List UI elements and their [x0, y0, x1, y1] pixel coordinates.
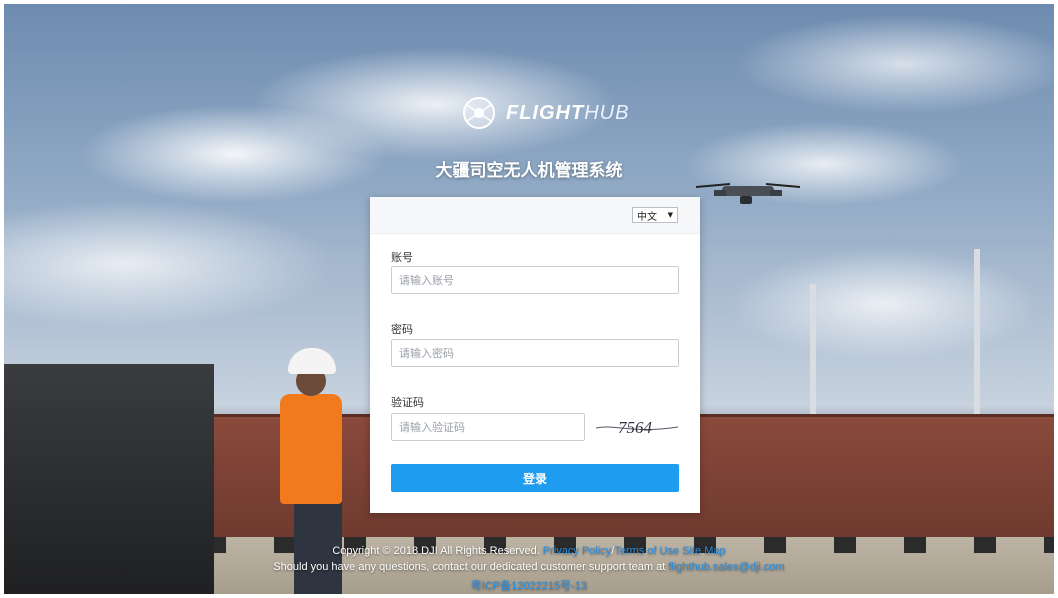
footer-line-3: 粤ICP备12022215号-13: [0, 577, 1058, 593]
support-text: Should you have any questions, contact o…: [273, 561, 666, 573]
system-title: 大疆司空无人机管理系统: [435, 161, 623, 181]
logo-text: FLIGHTHUB: [506, 102, 629, 125]
captcha-image[interactable]: 7564: [594, 412, 680, 442]
logo-text-main: FLIGHT: [506, 101, 585, 124]
account-input[interactable]: 请输入账号: [391, 266, 679, 294]
rail-machine: [4, 364, 214, 594]
flighthub-logo: FLIGHTHUB: [462, 96, 629, 130]
caret-down-icon: ▼: [667, 211, 673, 219]
card-header: 中文 ▼: [370, 197, 700, 234]
password-input[interactable]: 请输入密码: [391, 339, 679, 367]
account-placeholder: 请输入账号: [399, 274, 454, 287]
footer-line-2: Should you have any questions, contact o…: [0, 561, 1058, 573]
hard-hat: [288, 348, 336, 374]
drone-illustration: [695, 183, 801, 204]
captcha-placeholder: 请输入验证码: [399, 421, 465, 434]
account-label: 账号: [391, 251, 413, 264]
captcha-label: 验证码: [391, 396, 424, 409]
site-map-link[interactable]: Site Map: [682, 545, 725, 557]
language-select-value: 中文: [637, 211, 657, 223]
worker-vest: [280, 394, 342, 504]
logo-text-accent: HUB: [584, 101, 630, 124]
login-button[interactable]: 登录: [391, 464, 679, 492]
captcha-input[interactable]: 请输入验证码: [391, 413, 585, 441]
copyright-text: Copyright © 2018 DJI All Rights Reserved…: [332, 545, 540, 557]
light-pole: [810, 284, 816, 414]
password-placeholder: 请输入密码: [399, 347, 454, 360]
footer-line-1: Copyright © 2018 DJI All Rights Reserved…: [0, 545, 1058, 557]
support-email-link[interactable]: flighthub.sales@dji.com: [668, 561, 784, 573]
captcha-text: 7564: [618, 418, 653, 437]
language-select[interactable]: 中文 ▼: [632, 207, 678, 223]
privacy-policy-link[interactable]: Privacy Policy: [543, 545, 611, 557]
light-pole: [974, 249, 980, 414]
icp-link[interactable]: 粤ICP备12022215号-13: [471, 580, 587, 592]
login-card: 中文 ▼ 账号 请输入账号 密码 请输入密码 验证码 请输入验证码 7564 登…: [370, 197, 700, 513]
terms-of-use-link[interactable]: Terms of Use: [614, 545, 679, 557]
password-label: 密码: [391, 323, 413, 336]
flighthub-logo-icon: [463, 97, 495, 129]
